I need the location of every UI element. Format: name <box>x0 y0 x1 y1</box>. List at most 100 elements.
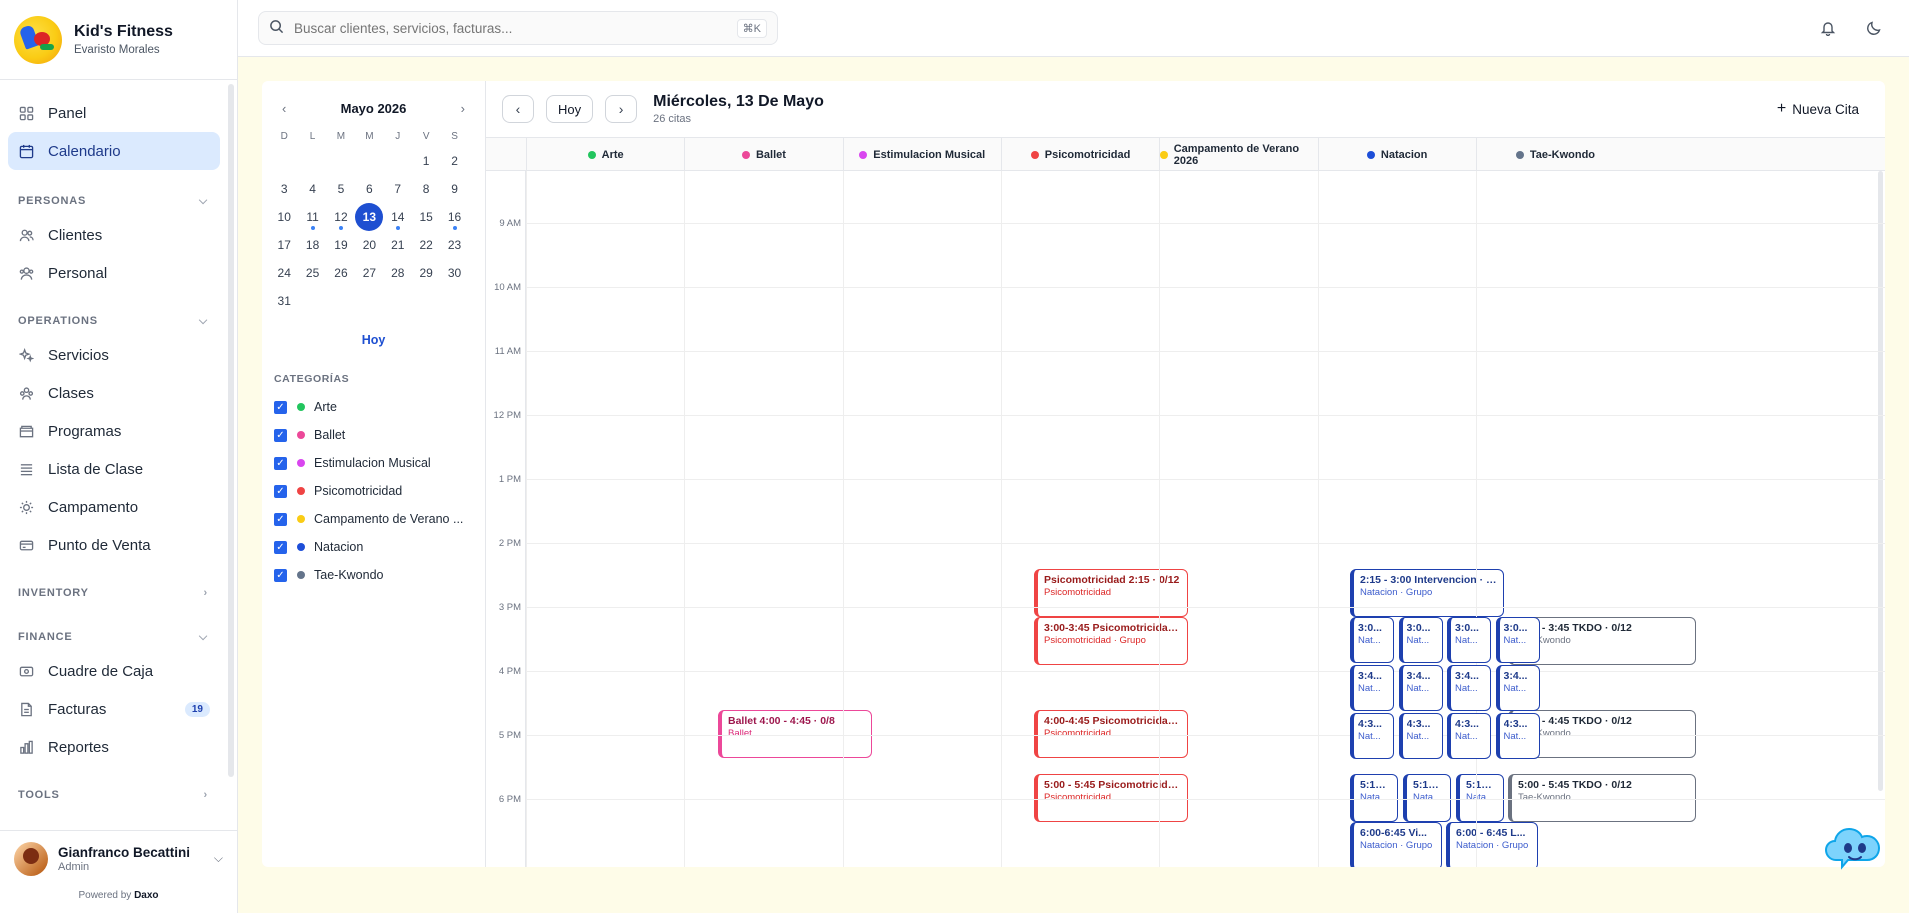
calendar-day[interactable]: 24 <box>270 259 298 287</box>
calendar-day[interactable]: 9 <box>440 175 468 203</box>
section-inventory[interactable]: INVENTORY › <box>8 578 220 608</box>
calendar-day[interactable]: 16 <box>440 203 468 231</box>
calendar-day[interactable]: 12 <box>327 203 355 231</box>
calendar-day[interactable]: 23 <box>440 231 468 259</box>
user-menu[interactable]: Gianfranco Becattini Admin ⌵ <box>0 830 237 886</box>
resource-column-header[interactable]: Ballet <box>684 138 842 171</box>
calendar-day[interactable]: 21 <box>384 231 412 259</box>
event-natacion[interactable]: 3:4... Nat... <box>1447 665 1491 711</box>
checkbox[interactable]: ✓ <box>274 456 287 470</box>
event-natacion[interactable]: 4:3... Nat... <box>1495 713 1540 759</box>
resource-column-header[interactable]: Arte <box>526 138 684 171</box>
calendar-day[interactable]: 18 <box>298 231 326 259</box>
event-natacion[interactable]: 3:4... Nat... <box>1398 665 1443 711</box>
resource-column-header[interactable]: Psicomotricidad <box>1000 138 1159 171</box>
chevron-right-icon[interactable]: › <box>461 101 465 116</box>
today-button[interactable]: Hoy <box>546 95 594 123</box>
event-psicomotricidad[interactable]: 3:00-3:45 Psicomotricidad · 2/8... Psico… <box>1034 617 1188 665</box>
category-filter[interactable]: ✓ Tae-Kwondo <box>274 561 485 589</box>
category-filter[interactable]: ✓ Ballet <box>274 421 485 449</box>
calendar-day[interactable]: 2 <box>440 147 468 175</box>
checkbox[interactable]: ✓ <box>274 484 287 498</box>
event-natacion[interactable]: 4:3... Nat... <box>1398 713 1443 759</box>
section-operations[interactable]: OPERATIONS ⌵ <box>8 306 220 336</box>
section-personas[interactable]: PERSONAS ⌵ <box>8 186 220 216</box>
calendar-day[interactable]: 20 <box>355 231 383 259</box>
resource-column-header[interactable]: Natacion <box>1317 138 1476 171</box>
resource-column-header[interactable]: Estimulacion Musical <box>842 138 1001 171</box>
calendar-day[interactable]: 27 <box>355 259 383 287</box>
sidebar-item-campamento[interactable]: Campamento <box>8 488 220 526</box>
calendar-day[interactable]: 3 <box>270 175 298 203</box>
checkbox[interactable]: ✓ <box>274 512 287 526</box>
calendar-day[interactable]: 5 <box>327 175 355 203</box>
calendar-day[interactable]: 10 <box>270 203 298 231</box>
event-psicomotricidad[interactable]: 5:00 - 5:45 Psicomotricidad · 1/8 Psicom… <box>1034 774 1188 822</box>
calendar-day[interactable]: 13 <box>355 203 384 231</box>
calendar-day[interactable]: 14 <box>384 203 412 231</box>
sidebar-item-cuadre-caja[interactable]: Cuadre de Caja <box>8 652 220 690</box>
event-natacion[interactable]: 5:15-6:... Natacion <box>1350 774 1398 822</box>
event-natacion[interactable]: 4:3... Nat... <box>1447 713 1491 759</box>
event-natacion[interactable]: 3:0... Nat... <box>1495 617 1540 663</box>
event-natacion[interactable]: 3:4... Nat... <box>1495 665 1540 711</box>
sidebar-item-panel[interactable]: Panel <box>8 94 220 132</box>
chevron-left-icon[interactable]: ‹ <box>282 101 286 116</box>
sidebar-item-programas[interactable]: Programas <box>8 412 220 450</box>
event-natacion[interactable]: 5:15 - ... Natacio... <box>1456 774 1504 822</box>
event-taekwondo[interactable]: 5:00 - 5:45 TKDO · 0/12 Tae-Kwondo <box>1508 774 1696 822</box>
sidebar-item-calendario[interactable]: Calendario <box>8 132 220 170</box>
event-natacion[interactable]: 3:0... Nat... <box>1447 617 1491 663</box>
new-appointment-button[interactable]: + Nueva Cita <box>1777 100 1859 118</box>
section-tools[interactable]: TOOLS › <box>8 780 220 810</box>
sidebar-item-clases[interactable]: Clases <box>8 374 220 412</box>
category-filter[interactable]: ✓ Psicomotricidad <box>274 477 485 505</box>
event-natacion[interactable]: 6:00-6:45 Vi... Natacion · Grupo <box>1350 822 1442 867</box>
checkbox[interactable]: ✓ <box>274 568 287 582</box>
checkbox[interactable]: ✓ <box>274 540 287 554</box>
event-psicomotricidad[interactable]: Psicomotricidad 2:15 · 0/12 Psicomotrici… <box>1034 569 1188 617</box>
moon-icon[interactable] <box>1864 18 1884 38</box>
calendar-day[interactable]: 17 <box>270 231 298 259</box>
calendar-day[interactable]: 22 <box>412 231 440 259</box>
sidebar-scrollbar[interactable] <box>228 84 234 777</box>
sidebar-item-punto-venta[interactable]: Punto de Venta <box>8 526 220 564</box>
chatbot-icon[interactable] <box>1822 820 1886 884</box>
brand[interactable]: Kid's Fitness Evaristo Morales <box>0 0 237 80</box>
resource-column-header[interactable]: Tae-Kwondo <box>1475 138 1634 171</box>
event-ballet[interactable]: Ballet 4:00 - 4:45 · 0/8 Ballet <box>718 710 872 758</box>
category-filter[interactable]: ✓ Campamento de Verano ... <box>274 505 485 533</box>
category-filter[interactable]: ✓ Arte <box>274 393 485 421</box>
bell-icon[interactable] <box>1818 18 1838 38</box>
calendar-day[interactable]: 7 <box>384 175 412 203</box>
calendar-day[interactable]: 26 <box>327 259 355 287</box>
calendar-day[interactable]: 8 <box>412 175 440 203</box>
event-natacion[interactable]: 2:15 - 3:00 Intervencion · 4/8+3 Natacio… <box>1350 569 1504 617</box>
sidebar-item-lista-clase[interactable]: Lista de Clase <box>8 450 220 488</box>
calendar-day[interactable]: 28 <box>384 259 412 287</box>
calendar-day[interactable]: 29 <box>412 259 440 287</box>
calendar-day[interactable]: 6 <box>355 175 383 203</box>
checkbox[interactable]: ✓ <box>274 400 287 414</box>
calendar-day[interactable]: 19 <box>327 231 355 259</box>
calendar-day[interactable]: 1 <box>412 147 440 175</box>
calendar-day[interactable]: 4 <box>298 175 326 203</box>
calendar-day[interactable]: 30 <box>440 259 468 287</box>
event-natacion[interactable]: 4:3... Nat... <box>1350 713 1394 759</box>
next-day-button[interactable]: › <box>605 95 638 123</box>
calendar-day[interactable]: 25 <box>298 259 326 287</box>
category-filter[interactable]: ✓ Estimulacion Musical <box>274 449 485 477</box>
event-natacion[interactable]: 6:00 - 6:45 L... Natacion · Grupo <box>1446 822 1538 867</box>
event-natacion[interactable]: 5:15 - ... Natacio... <box>1403 774 1451 822</box>
search-box[interactable]: ⌘K <box>258 11 778 45</box>
event-natacion[interactable]: 3:0... Nat... <box>1350 617 1394 663</box>
resource-column-header[interactable]: Campamento de Verano 2026 <box>1159 138 1317 171</box>
sidebar-item-servicios[interactable]: Servicios <box>8 336 220 374</box>
event-psicomotricidad[interactable]: 4:00-4:45 Psicomotricidad · 0/8 Psicomot… <box>1034 710 1188 758</box>
sidebar-item-clientes[interactable]: Clientes <box>8 216 220 254</box>
section-finance[interactable]: FINANCE ⌵ <box>8 622 220 652</box>
sidebar-item-reportes[interactable]: Reportes <box>8 728 220 766</box>
mini-today-link[interactable]: Hoy <box>262 333 485 347</box>
calendar-day[interactable]: 11 <box>298 203 326 231</box>
sidebar-item-personal[interactable]: Personal <box>8 254 220 292</box>
